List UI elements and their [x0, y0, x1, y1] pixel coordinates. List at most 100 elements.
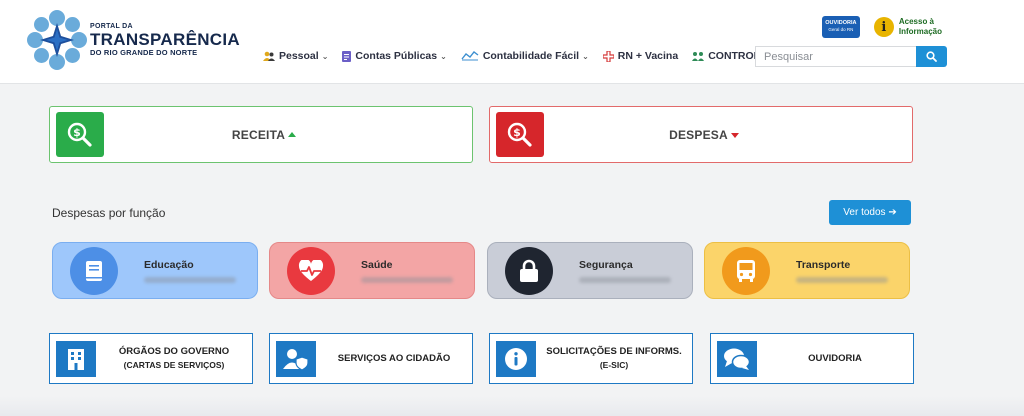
chat-bubbles-icon — [724, 348, 751, 370]
background-fade — [0, 396, 1024, 416]
ver-todos-button[interactable]: Ver todos ➔ — [829, 200, 911, 225]
search-bar — [755, 46, 947, 67]
ouvidoria-badge-title: OUVIDORIA — [825, 20, 857, 26]
heartbeat-icon — [298, 259, 324, 281]
funcao-card-text: Educação — [144, 259, 236, 283]
link-title-orgaos: ÓRGÃOS DO GOVERNO — [118, 346, 230, 358]
funcao-card-saude[interactable]: Saúde — [269, 242, 475, 299]
money-search-icon: $ — [507, 122, 532, 147]
top-links: OUVIDORIA Geral do RN i Acesso à Informa… — [821, 16, 942, 38]
lock-icon-circle — [505, 246, 553, 295]
bus-icon-circle — [722, 246, 770, 295]
despesa-label-wrap: DESPESA — [544, 128, 912, 142]
chart-icon — [461, 51, 479, 61]
ouvidoria-badge-link[interactable]: OUVIDORIA Geral do RN — [821, 16, 860, 38]
acesso-informacao-label: Acesso à Informação — [899, 17, 942, 36]
nav-item-contas-publicas[interactable]: Contas Públicas ⌄ — [342, 50, 447, 62]
funcao-card-text: Saúde — [361, 259, 453, 283]
logo-text-title: TRANSPARÊNCIA — [90, 30, 240, 50]
despesas-funcao-title: Despesas por função — [52, 206, 166, 220]
funcao-value-blurred — [796, 276, 888, 283]
funcao-card-text: Transporte — [796, 259, 888, 283]
funcao-name-saude: Saúde — [361, 258, 393, 271]
funcao-card-transporte[interactable]: Transporte — [704, 242, 910, 299]
despesa-card[interactable]: $ DESPESA — [489, 106, 913, 163]
nav-item-contabilidade-facil[interactable]: Contabilidade Fácil ⌄ — [461, 50, 589, 62]
ouvidoria-badge-sub: Geral do RN — [828, 26, 854, 32]
logo-text-small: PORTAL DA — [90, 23, 133, 31]
link-title-solicitacoes: SOLICITAÇÕES DE INFORMS. — [546, 346, 682, 358]
acesso-line-1: Acesso à — [898, 17, 935, 27]
cross-icon — [602, 50, 614, 62]
money-search-icon: $ — [67, 122, 92, 147]
link-sub-orgaos: (CARTAS DE SERVIÇOS) — [123, 360, 225, 371]
acesso-line-2: Informação — [898, 27, 942, 36]
funcao-value-blurred — [144, 276, 236, 283]
user-shield-icon-box — [276, 340, 316, 377]
nav-item-rn-vacina[interactable]: RN + Vacina — [602, 50, 679, 62]
despesa-label: DESPESA — [669, 127, 728, 142]
nav-item-pessoal[interactable]: Pessoal ⌄ — [263, 50, 328, 62]
link-title-ouvidoria: OUVIDORIA — [808, 352, 862, 364]
funcao-name-seguranca: Segurança — [579, 258, 633, 271]
arrow-right-icon: ➔ — [888, 207, 897, 218]
svg-text:$: $ — [73, 126, 81, 139]
funcao-card-educacao[interactable]: Educação — [52, 242, 258, 299]
logo-text-subtitle: DO RIO GRANDE DO NORTE — [90, 48, 198, 58]
funcao-card-seguranca[interactable]: Segurança — [487, 242, 693, 299]
nav-label-rn-vacina: RN + Vacina — [617, 50, 679, 62]
info-icon: i — [873, 17, 894, 37]
search-input[interactable] — [755, 46, 916, 67]
link-card-ouvidoria[interactable]: OUVIDORIA — [710, 333, 914, 384]
nav-label-control: CONTROL — [708, 50, 761, 62]
book-icon — [86, 260, 102, 281]
chevron-down-icon: ⌄ — [321, 51, 329, 61]
link-card-text: SERVIÇOS AO CIDADÃO — [316, 352, 472, 366]
building-icon-box — [56, 340, 96, 377]
site-logo[interactable]: PORTAL DA TRANSPARÊNCIA DO RIO GRANDE DO… — [26, 9, 240, 71]
chat-icon-box — [717, 340, 757, 377]
ver-todos-label: Ver todos — [843, 207, 886, 218]
link-title-servicos: SERVIÇOS AO CIDADÃO — [337, 352, 451, 364]
despesa-icon-box: $ — [496, 112, 544, 157]
link-card-servicos-cidadao[interactable]: SERVIÇOS AO CIDADÃO — [269, 333, 473, 384]
user-shield-icon — [283, 348, 309, 371]
chevron-down-icon: ⌄ — [582, 51, 589, 61]
funcao-value-blurred — [361, 276, 453, 283]
receita-card[interactable]: $ RECEITA — [49, 106, 473, 163]
nav-item-control[interactable]: CONTROL — [692, 50, 760, 62]
arrow-down-icon — [730, 132, 739, 138]
link-card-text: OUVIDORIA — [757, 352, 913, 366]
funcao-name-transporte: Transporte — [796, 258, 851, 271]
document-icon — [342, 50, 352, 62]
logo-text: PORTAL DA TRANSPARÊNCIA DO RIO GRANDE DO… — [90, 23, 240, 57]
building-icon — [68, 348, 84, 370]
link-card-text: SOLICITAÇÕES DE INFORMS. (E-SIC) — [536, 345, 692, 371]
search-button[interactable] — [916, 46, 947, 67]
chevron-down-icon: ⌄ — [440, 51, 447, 61]
funcao-value-blurred — [579, 276, 671, 283]
acesso-informacao-link[interactable]: i Acesso à Informação — [873, 17, 942, 37]
receita-label-wrap: RECEITA — [104, 128, 472, 142]
funcao-card-text: Segurança — [579, 259, 671, 283]
search-icon — [926, 51, 937, 62]
main-nav: Pessoal ⌄ Contas Públicas ⌄ Contabilidad… — [263, 48, 774, 64]
svg-text:$: $ — [513, 126, 521, 139]
link-card-text: ÓRGÃOS DO GOVERNO (CARTAS DE SERVIÇOS) — [96, 345, 252, 371]
bus-icon — [737, 259, 755, 282]
control-icon — [692, 51, 705, 62]
heart-icon-circle — [287, 246, 335, 295]
link-card-orgaos-governo[interactable]: ÓRGÃOS DO GOVERNO (CARTAS DE SERVIÇOS) — [49, 333, 253, 384]
star-logo-icon — [27, 10, 87, 70]
book-icon-circle — [70, 246, 118, 295]
people-icon — [263, 51, 275, 62]
nav-label-contabilidade-facil: Contabilidade Fácil — [482, 50, 580, 62]
receita-label: RECEITA — [231, 127, 286, 142]
info-circle-icon-box — [496, 340, 536, 377]
funcao-name-educacao: Educação — [144, 258, 194, 271]
receita-icon-box: $ — [56, 112, 104, 157]
nav-label-contas-publicas: Contas Públicas — [355, 50, 438, 62]
info-circle-icon — [505, 347, 527, 370]
site-header: PORTAL DA TRANSPARÊNCIA DO RIO GRANDE DO… — [0, 0, 1024, 84]
link-card-solicitacoes-esic[interactable]: SOLICITAÇÕES DE INFORMS. (E-SIC) — [489, 333, 693, 384]
